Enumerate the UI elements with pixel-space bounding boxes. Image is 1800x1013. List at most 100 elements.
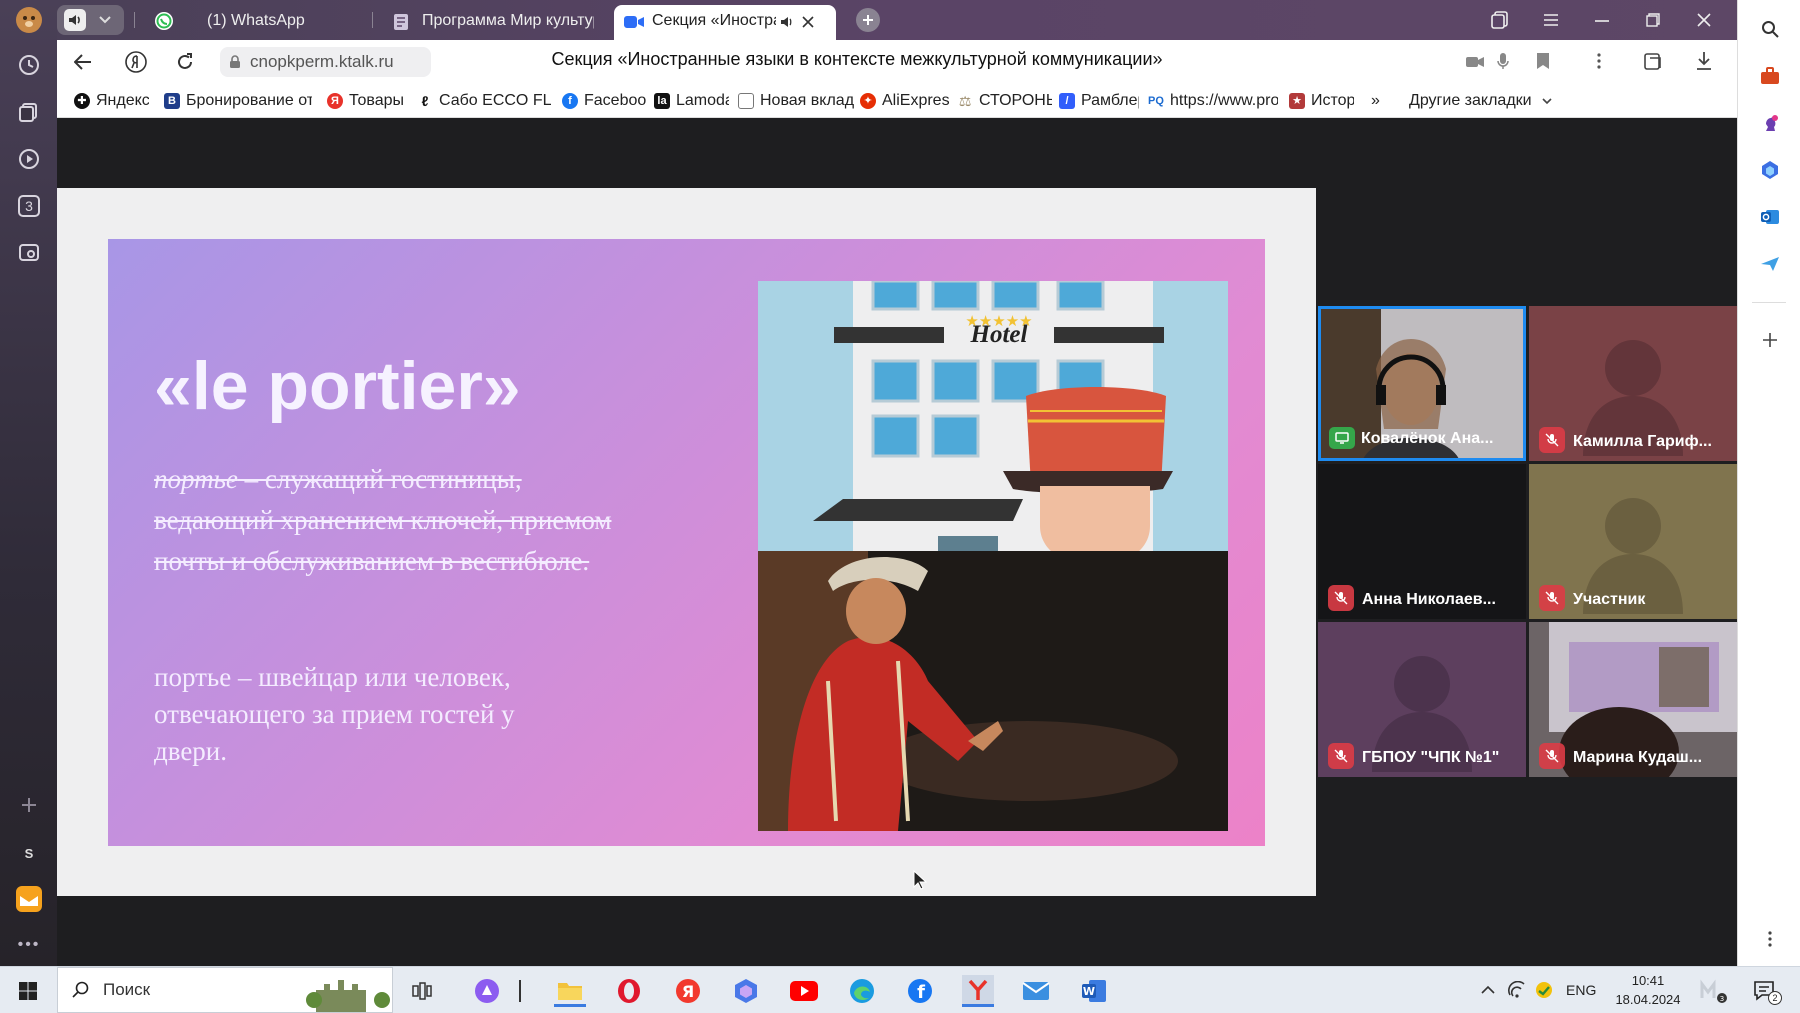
copilot-icon[interactable] xyxy=(1756,156,1784,184)
close-tab-icon[interactable] xyxy=(802,16,814,28)
rambler-icon: / xyxy=(1059,93,1075,109)
bookmark-label: AliExpress xyxy=(882,92,950,109)
yandex-active-icon[interactable] xyxy=(962,975,994,1007)
microphone-icon[interactable] xyxy=(1497,52,1509,70)
mail-app-icon[interactable] xyxy=(14,884,44,914)
participant-tile[interactable]: Ковалёнок Ана... xyxy=(1318,306,1526,461)
participant-tile[interactable]: Анна Николаев... xyxy=(1318,464,1526,619)
page-icon xyxy=(738,93,754,109)
bookmark-history[interactable]: ★ Истори xyxy=(1289,92,1354,110)
bookmark-rambler[interactable]: / Рамблер xyxy=(1059,92,1139,110)
new-tab-button[interactable] xyxy=(856,8,880,32)
bookmark-storony[interactable]: ⚖ СТОРОНЫ xyxy=(957,92,1052,110)
tab-programma[interactable]: Программа Мир культур xyxy=(387,5,594,40)
menu-icon[interactable] xyxy=(1543,13,1559,27)
address-field[interactable]: cnopkperm.ktalk.ru xyxy=(220,47,431,77)
yandex-icon: ✚ xyxy=(74,93,90,109)
meet-now-icon[interactable]: 3 xyxy=(1698,975,1730,1007)
yandex-market-icon: Я xyxy=(327,93,343,109)
plus-icon xyxy=(863,15,873,25)
sidebar-badge-3[interactable]: 3 xyxy=(14,191,44,221)
participant-tile[interactable]: Марина Кудаш... xyxy=(1529,622,1737,777)
clock[interactable]: 10:41 18.04.2024 xyxy=(1608,971,1688,1009)
conference-area: «le portier» портье – служащий гостиницы… xyxy=(57,118,1737,966)
camera-icon[interactable] xyxy=(1466,56,1484,68)
notification-count: 2 xyxy=(1768,991,1782,1005)
participant-tile[interactable]: Участник xyxy=(1529,464,1737,619)
tab-speaker-icon[interactable] xyxy=(780,15,794,29)
edge-icon[interactable] xyxy=(846,975,878,1007)
facebook-icon[interactable]: f xyxy=(904,975,936,1007)
minimize-icon[interactable] xyxy=(1595,20,1609,22)
bookmark-tovary[interactable]: Я Товары xyxy=(327,92,407,110)
bookmark-label: Facebook xyxy=(584,92,647,109)
video-play-icon[interactable] xyxy=(14,144,44,174)
wifi-icon[interactable] xyxy=(1508,981,1526,999)
yandex-icon[interactable] xyxy=(125,51,147,73)
sidebar-panel-icon[interactable] xyxy=(1643,51,1663,71)
bookmark-yandex[interactable]: ✚ Яндекс xyxy=(74,92,149,110)
more-vertical-icon[interactable] xyxy=(1756,925,1784,953)
add-icon[interactable] xyxy=(1756,326,1784,354)
add-icon[interactable] xyxy=(14,790,44,820)
collections-icon[interactable] xyxy=(14,97,44,127)
chevron-up-icon[interactable] xyxy=(1481,985,1495,995)
chess-icon[interactable] xyxy=(1756,109,1784,137)
participant-tile[interactable]: ГБПОУ "ЧПК №1" xyxy=(1318,622,1526,777)
term: портье xyxy=(154,464,238,494)
download-icon[interactable] xyxy=(1696,51,1712,71)
tab-collections-icon[interactable] xyxy=(1491,11,1509,29)
youtube-icon[interactable] xyxy=(788,975,820,1007)
yandex-browser-icon[interactable]: Я xyxy=(672,975,704,1007)
copilot-icon[interactable] xyxy=(730,975,762,1007)
tab-whatsapp[interactable]: (1) WhatsApp xyxy=(152,5,392,40)
send-icon[interactable] xyxy=(1756,250,1784,278)
more-bookmarks-button[interactable]: » xyxy=(1371,92,1380,110)
search-icon[interactable] xyxy=(1756,15,1784,43)
other-bookmarks-button[interactable]: Другие закладки xyxy=(1409,92,1552,110)
tab-sekciya[interactable]: Секция «Иностранн xyxy=(614,5,836,40)
bookmark-lamoda[interactable]: la Lamoda xyxy=(654,92,729,110)
task-view-icon[interactable] xyxy=(406,975,438,1007)
video-icon xyxy=(624,16,644,28)
taskbar-separator xyxy=(515,975,525,1007)
vpn-shield-icon[interactable] xyxy=(1535,981,1553,999)
file-explorer-icon[interactable] xyxy=(554,975,586,1007)
more-vertical-icon[interactable] xyxy=(1597,52,1601,70)
taskbar-search[interactable]: Поиск xyxy=(57,967,393,1013)
profile-avatar[interactable] xyxy=(14,5,44,35)
restore-icon[interactable] xyxy=(1646,13,1660,27)
bookmark-booking[interactable]: B Бронирование от xyxy=(164,92,312,110)
more-dots-icon[interactable]: ••• xyxy=(14,930,44,960)
browser-left-sidebar: 3 S ••• xyxy=(0,0,57,966)
screen-share-icon xyxy=(1329,427,1355,449)
windows-start-icon[interactable] xyxy=(12,975,44,1007)
bookmark-ecco[interactable]: ℓ Сабо ECCO FLOW xyxy=(417,92,552,110)
alice-icon[interactable] xyxy=(471,975,503,1007)
history-clock-icon[interactable] xyxy=(14,50,44,80)
bookmark-new-tab[interactable]: Новая вкладка xyxy=(738,92,854,110)
screenshot-icon[interactable] xyxy=(14,238,44,268)
sidebar-s-button[interactable]: S xyxy=(14,838,44,868)
address-text: cnopkperm.ktalk.ru xyxy=(250,52,394,71)
bookmark-aliexpress[interactable]: ✦ AliExpress xyxy=(860,92,950,110)
participant-tile[interactable]: Камилла Гариф... xyxy=(1529,306,1737,461)
mic-muted-icon xyxy=(1328,585,1354,611)
briefcase-icon[interactable] xyxy=(1756,62,1784,90)
hotel-illustration: Hotel ★★★★★ xyxy=(758,281,1228,831)
reload-icon[interactable] xyxy=(175,52,195,72)
back-icon[interactable] xyxy=(74,54,92,70)
outlook-icon[interactable] xyxy=(1756,203,1784,231)
opera-icon[interactable] xyxy=(613,975,645,1007)
bookmark-proq[interactable]: PQ https://www.proq xyxy=(1148,92,1278,110)
bookmark-icon[interactable] xyxy=(1536,52,1550,70)
close-window-icon[interactable] xyxy=(1697,13,1711,27)
mail-icon[interactable] xyxy=(1020,975,1052,1007)
bookmark-facebook[interactable]: f Facebook xyxy=(562,92,647,110)
language-indicator[interactable]: ENG xyxy=(1566,982,1596,998)
notifications-icon[interactable]: 2 xyxy=(1750,975,1782,1007)
word-icon[interactable]: W xyxy=(1078,975,1110,1007)
history-icon: ★ xyxy=(1289,93,1305,109)
tab-audio-group[interactable] xyxy=(57,5,124,35)
bookmark-label: https://www.proq xyxy=(1170,92,1278,109)
